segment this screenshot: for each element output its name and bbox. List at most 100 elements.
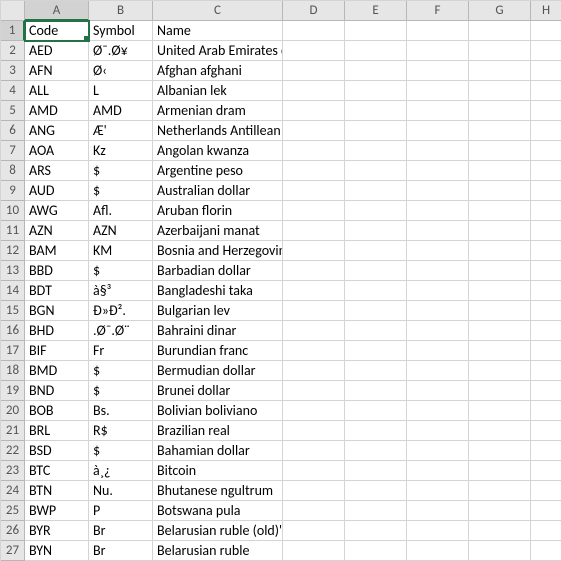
cell-D21[interactable]	[283, 421, 345, 441]
cell-F16[interactable]	[407, 321, 469, 341]
cell-G8[interactable]	[469, 161, 531, 181]
cell-H9[interactable]	[531, 181, 561, 201]
cell-E26[interactable]	[345, 521, 407, 541]
cell-A12[interactable]: BAM	[25, 241, 89, 261]
cell-B15[interactable]: Ð»Ð².	[89, 301, 153, 321]
cell-C18[interactable]: Bermudian dollar	[153, 361, 283, 381]
cell-H13[interactable]	[531, 261, 561, 281]
cell-A11[interactable]: AZN	[25, 221, 89, 241]
cell-F2[interactable]	[407, 41, 469, 61]
cell-E8[interactable]	[345, 161, 407, 181]
cell-C21[interactable]: Brazilian real	[153, 421, 283, 441]
cell-E19[interactable]	[345, 381, 407, 401]
cell-B25[interactable]: P	[89, 501, 153, 521]
cell-B8[interactable]: $	[89, 161, 153, 181]
row-header-11[interactable]: 11	[1, 221, 25, 241]
cell-H24[interactable]	[531, 481, 561, 501]
cell-G24[interactable]	[469, 481, 531, 501]
cell-H15[interactable]	[531, 301, 561, 321]
cell-G25[interactable]	[469, 501, 531, 521]
cell-E20[interactable]	[345, 401, 407, 421]
cell-D17[interactable]	[283, 341, 345, 361]
cell-F11[interactable]	[407, 221, 469, 241]
cell-G27[interactable]	[469, 541, 531, 561]
cell-D22[interactable]	[283, 441, 345, 461]
cell-B12[interactable]: KM	[89, 241, 153, 261]
cell-C9[interactable]: Australian dollar	[153, 181, 283, 201]
cell-G19[interactable]	[469, 381, 531, 401]
cell-F22[interactable]	[407, 441, 469, 461]
cell-C8[interactable]: Argentine peso	[153, 161, 283, 181]
cell-F3[interactable]	[407, 61, 469, 81]
cell-B23[interactable]: à¸¿	[89, 461, 153, 481]
cell-A10[interactable]: AWG	[25, 201, 89, 221]
cell-D3[interactable]	[283, 61, 345, 81]
cell-E18[interactable]	[345, 361, 407, 381]
cell-A26[interactable]: BYR	[25, 521, 89, 541]
row-header-2[interactable]: 2	[1, 41, 25, 61]
cell-F19[interactable]	[407, 381, 469, 401]
cell-H7[interactable]	[531, 141, 561, 161]
cell-B22[interactable]: $	[89, 441, 153, 461]
cell-A1[interactable]: Code	[25, 21, 89, 41]
cell-G26[interactable]	[469, 521, 531, 541]
cell-C6[interactable]: Netherlands Antillean gu	[153, 121, 283, 141]
cell-G6[interactable]	[469, 121, 531, 141]
cell-D18[interactable]	[283, 361, 345, 381]
row-header-17[interactable]: 17	[1, 341, 25, 361]
cell-B4[interactable]: L	[89, 81, 153, 101]
cell-B14[interactable]: à§³	[89, 281, 153, 301]
cell-B9[interactable]: $	[89, 181, 153, 201]
row-header-1[interactable]: 1	[1, 21, 25, 41]
cell-G9[interactable]	[469, 181, 531, 201]
cell-G21[interactable]	[469, 421, 531, 441]
cell-G12[interactable]	[469, 241, 531, 261]
col-header-G[interactable]: G	[469, 1, 531, 21]
cell-C3[interactable]: Afghan afghani	[153, 61, 283, 81]
cell-F12[interactable]	[407, 241, 469, 261]
cell-A9[interactable]: AUD	[25, 181, 89, 201]
cell-C24[interactable]: Bhutanese ngultrum	[153, 481, 283, 501]
row-header-20[interactable]: 20	[1, 401, 25, 421]
row-header-9[interactable]: 9	[1, 181, 25, 201]
cell-B19[interactable]: $	[89, 381, 153, 401]
cell-B16[interactable]: .Ø¯.Ø¨	[89, 321, 153, 341]
col-header-H[interactable]: H	[531, 1, 561, 21]
cell-A16[interactable]: BHD	[25, 321, 89, 341]
cell-E13[interactable]	[345, 261, 407, 281]
cell-E12[interactable]	[345, 241, 407, 261]
cell-A25[interactable]: BWP	[25, 501, 89, 521]
cell-F14[interactable]	[407, 281, 469, 301]
cell-D19[interactable]	[283, 381, 345, 401]
cell-H3[interactable]	[531, 61, 561, 81]
cell-H25[interactable]	[531, 501, 561, 521]
cell-A6[interactable]: ANG	[25, 121, 89, 141]
row-header-7[interactable]: 7	[1, 141, 25, 161]
row-header-10[interactable]: 10	[1, 201, 25, 221]
cell-C20[interactable]: Bolivian boliviano	[153, 401, 283, 421]
row-header-21[interactable]: 21	[1, 421, 25, 441]
cell-F1[interactable]	[407, 21, 469, 41]
cell-G23[interactable]	[469, 461, 531, 481]
cell-A19[interactable]: BND	[25, 381, 89, 401]
cell-B20[interactable]: Bs.	[89, 401, 153, 421]
cell-A4[interactable]: ALL	[25, 81, 89, 101]
row-header-12[interactable]: 12	[1, 241, 25, 261]
cell-D23[interactable]	[283, 461, 345, 481]
cell-H4[interactable]	[531, 81, 561, 101]
cell-H11[interactable]	[531, 221, 561, 241]
cell-D11[interactable]	[283, 221, 345, 241]
row-header-23[interactable]: 23	[1, 461, 25, 481]
cell-G3[interactable]	[469, 61, 531, 81]
row-header-25[interactable]: 25	[1, 501, 25, 521]
cell-E3[interactable]	[345, 61, 407, 81]
cell-G15[interactable]	[469, 301, 531, 321]
cell-D26[interactable]	[283, 521, 345, 541]
cell-D4[interactable]	[283, 81, 345, 101]
cell-A17[interactable]: BIF	[25, 341, 89, 361]
cell-A14[interactable]: BDT	[25, 281, 89, 301]
cell-A23[interactable]: BTC	[25, 461, 89, 481]
cell-E16[interactable]	[345, 321, 407, 341]
cell-G14[interactable]	[469, 281, 531, 301]
cell-G20[interactable]	[469, 401, 531, 421]
